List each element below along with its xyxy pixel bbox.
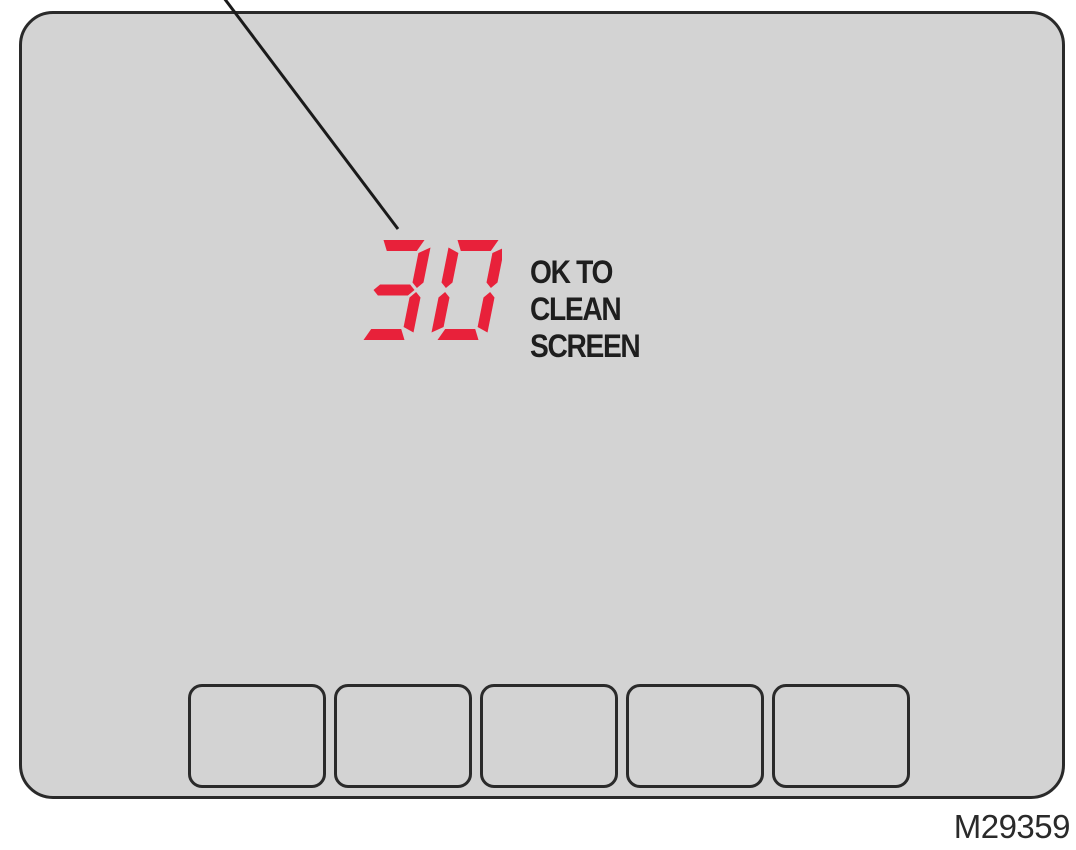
digit-2-segment-d: [437, 329, 479, 340]
softkey-4[interactable]: [626, 684, 764, 788]
digit-2-segment-e: [431, 292, 450, 333]
softkey-2[interactable]: [334, 684, 472, 788]
message-line-2: CLEAN: [530, 291, 622, 327]
digit-2-segment-c: [477, 292, 495, 333]
digit-2-segment-b: [486, 248, 502, 288]
clean-screen-message: OK TO CLEAN SCREEN: [530, 254, 641, 365]
digit-1-segment-c: [403, 292, 421, 333]
thermostat-screen: [19, 11, 1065, 799]
digit-1-segment-d: [363, 329, 405, 340]
softkey-3[interactable]: [480, 684, 618, 788]
digit-2-segment-f: [441, 247, 459, 288]
message-line-3: SCREEN: [530, 328, 641, 364]
figure-id: M29359: [953, 808, 1071, 845]
softkey-row: [188, 684, 910, 788]
softkey-5[interactable]: [772, 684, 910, 788]
softkey-1[interactable]: [188, 684, 326, 788]
digit-1-segment-a: [383, 240, 425, 251]
digit-1-segment-b: [412, 247, 431, 288]
digit-2-segment-a: [457, 240, 499, 251]
countdown-digits: [363, 240, 502, 340]
digit-1-segment-g: [373, 284, 415, 296]
message-line-1: OK TO: [530, 254, 613, 290]
